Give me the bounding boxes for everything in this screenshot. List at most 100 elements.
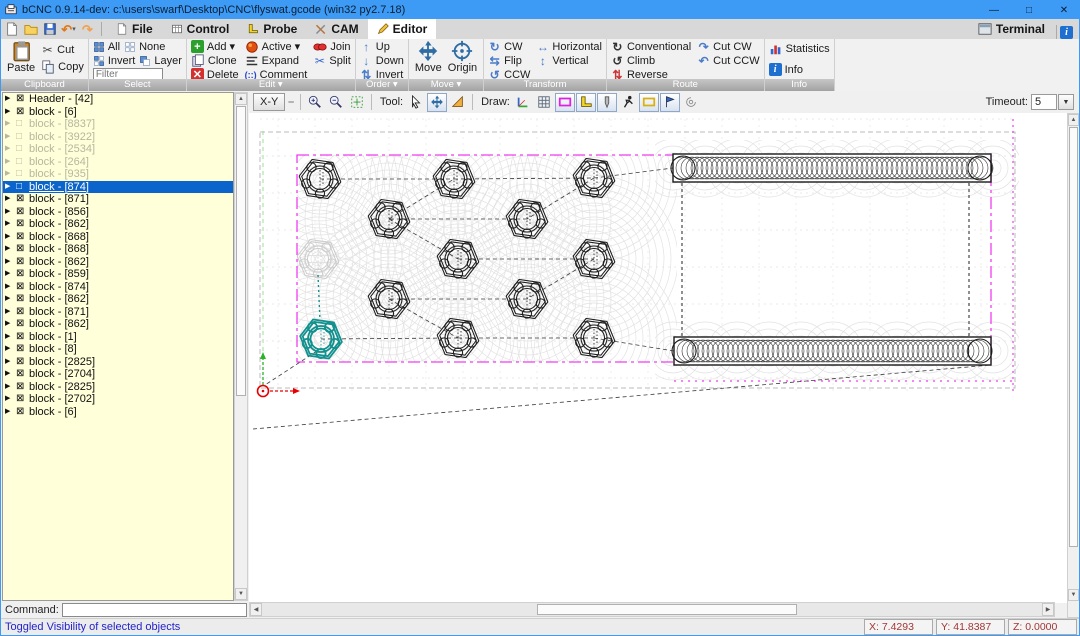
origin-button[interactable]: Origin <box>446 40 479 74</box>
tree-row[interactable]: ▶⊠block - [1] <box>3 331 233 344</box>
select-invert-button[interactable]: Invert <box>93 54 136 67</box>
visibility-checkbox-icon[interactable]: ⊠ <box>16 106 26 119</box>
visibility-checkbox-icon[interactable]: ⊠ <box>16 343 26 356</box>
expand-arrow-icon[interactable]: ▶ <box>5 393 13 406</box>
expand-arrow-icon[interactable]: ▶ <box>5 318 13 331</box>
save-file-button[interactable] <box>41 21 58 38</box>
tab-control[interactable]: Control <box>162 19 239 39</box>
expand-arrow-icon[interactable]: ▶ <box>5 93 13 106</box>
expand-arrow-icon[interactable]: ▶ <box>5 218 13 231</box>
order-up-button[interactable]: ↑Up <box>360 40 404 53</box>
expand-arrow-icon[interactable]: ▶ <box>5 368 13 381</box>
draw-rapid-toggle[interactable] <box>618 93 638 112</box>
draw-paths-toggle[interactable] <box>660 93 680 112</box>
expand-arrow-icon[interactable]: ▶ <box>5 168 13 181</box>
zoom-in-button[interactable] <box>305 93 325 112</box>
visibility-checkbox-icon[interactable]: ⊠ <box>16 206 26 219</box>
expand-arrow-icon[interactable]: ▶ <box>5 118 13 131</box>
ruler-tool-button[interactable] <box>448 93 468 112</box>
sidebar-scrollbar[interactable]: ▲ ▼ <box>234 92 248 601</box>
canvas-hscrollbar[interactable]: ◀ ▶ <box>249 602 1055 617</box>
select-layer-button[interactable]: Layer <box>139 54 182 67</box>
visibility-checkbox-icon[interactable]: ⊠ <box>16 243 26 256</box>
help-info-icon[interactable]: i <box>1060 26 1073 39</box>
expand-arrow-icon[interactable]: ▶ <box>5 256 13 269</box>
tree-row[interactable]: ▶⊠block - [871] <box>3 306 233 319</box>
scroll-down-arrow[interactable]: ▼ <box>1068 589 1079 601</box>
tree-row[interactable]: ▶⊠block - [871] <box>3 193 233 206</box>
redo-button[interactable]: ↷ <box>79 21 96 38</box>
visibility-checkbox-icon[interactable]: ⊠ <box>16 293 26 306</box>
order-down-button[interactable]: ↓Down <box>360 54 404 67</box>
scroll-up-arrow[interactable]: ▲ <box>1068 114 1079 126</box>
draw-axes-toggle[interactable] <box>513 93 533 112</box>
visibility-checkbox-icon[interactable]: ⊠ <box>16 231 26 244</box>
tree-row[interactable]: ▶⊠block - [862] <box>3 318 233 331</box>
select-none-button[interactable]: None <box>124 40 165 53</box>
add-button[interactable]: +Add ▾ <box>191 40 239 53</box>
tree-row[interactable]: ▶□block - [3922] <box>3 131 233 144</box>
draw-margin-toggle[interactable] <box>555 93 575 112</box>
expand-arrow-icon[interactable]: ▶ <box>5 343 13 356</box>
rotate-cw-button[interactable]: ↻CW <box>488 40 530 53</box>
info-button[interactable]: iInfo <box>769 63 830 76</box>
clone-button[interactable]: Clone <box>191 54 239 67</box>
join-button[interactable]: Join <box>313 40 350 53</box>
scroll-thumb[interactable] <box>236 106 246 396</box>
tree-row[interactable]: ▶⊠block - [868] <box>3 243 233 256</box>
cut-button[interactable]: ✂Cut <box>41 43 84 56</box>
expand-arrow-icon[interactable]: ▶ <box>5 306 13 319</box>
visibility-checkbox-icon[interactable]: ⊠ <box>16 256 26 269</box>
tab-probe[interactable]: Probe <box>238 19 306 39</box>
expand-arrow-icon[interactable]: ▶ <box>5 206 13 219</box>
visibility-checkbox-icon[interactable]: □ <box>16 156 26 169</box>
visibility-checkbox-icon[interactable]: ⊠ <box>16 268 26 281</box>
tree-row[interactable]: ▶⊠block - [856] <box>3 206 233 219</box>
tree-row[interactable]: ▶⊠block - [859] <box>3 268 233 281</box>
tree-row[interactable]: ▶⊠block - [862] <box>3 256 233 269</box>
tab-cam[interactable]: CAM <box>306 19 367 39</box>
terminal-button[interactable]: Terminal <box>970 19 1053 39</box>
expand-arrow-icon[interactable]: ▶ <box>5 356 13 369</box>
visibility-checkbox-icon[interactable]: ⊠ <box>16 356 26 369</box>
tree-row[interactable]: ▶⊠block - [6] <box>3 106 233 119</box>
visibility-checkbox-icon[interactable]: □ <box>16 118 26 131</box>
mirror-vertical-button[interactable]: ↕Vertical <box>536 54 602 67</box>
visibility-checkbox-icon[interactable]: ⊠ <box>16 306 26 319</box>
cut-cw-button[interactable]: ↷Cut CW <box>697 40 759 53</box>
tree-row[interactable]: ▶⊠block - [2704] <box>3 368 233 381</box>
scroll-thumb[interactable] <box>537 604 797 615</box>
scroll-thumb[interactable] <box>1069 127 1078 547</box>
visibility-checkbox-icon[interactable]: □ <box>16 131 26 144</box>
expand-arrow-icon[interactable]: ▶ <box>5 243 13 256</box>
visibility-checkbox-icon[interactable]: ⊠ <box>16 331 26 344</box>
visibility-checkbox-icon[interactable]: ⊠ <box>16 93 26 106</box>
expand-arrow-icon[interactable]: ▶ <box>5 143 13 156</box>
route-conventional-button[interactable]: ↻Conventional <box>611 40 691 53</box>
select-all-button[interactable]: All <box>93 40 120 53</box>
split-button[interactable]: ✂Split <box>313 54 350 67</box>
minimize-button[interactable]: — <box>979 1 1009 19</box>
timeout-value[interactable]: 5 <box>1031 94 1057 110</box>
tree-row[interactable]: ▶⊠Header - [42] <box>3 93 233 106</box>
tab-editor[interactable]: Editor <box>368 19 437 39</box>
copy-button[interactable]: Copy <box>41 60 84 73</box>
expand-arrow-icon[interactable]: ▶ <box>5 231 13 244</box>
visibility-checkbox-icon[interactable]: ⊠ <box>16 368 26 381</box>
expand-arrow-icon[interactable]: ▶ <box>5 268 13 281</box>
visibility-checkbox-icon[interactable]: ⊠ <box>16 393 26 406</box>
expand-arrow-icon[interactable]: ▶ <box>5 406 13 419</box>
visibility-checkbox-icon[interactable]: ⊠ <box>16 218 26 231</box>
tree-row[interactable]: ▶⊠block - [2825] <box>3 356 233 369</box>
mirror-horizontal-button[interactable]: ↔Horizontal <box>536 40 602 53</box>
visibility-checkbox-icon[interactable]: ⊠ <box>16 381 26 394</box>
close-button[interactable]: ✕ <box>1049 1 1079 19</box>
visibility-checkbox-icon[interactable]: □ <box>16 143 26 156</box>
draw-probe-toggle[interactable] <box>576 93 596 112</box>
visibility-checkbox-icon[interactable]: ⊠ <box>16 193 26 206</box>
tree-row[interactable]: ▶⊠block - [862] <box>3 293 233 306</box>
visibility-checkbox-icon[interactable]: ⊠ <box>16 406 26 419</box>
zoom-out-button[interactable] <box>326 93 346 112</box>
timeout-dropdown-arrow[interactable]: ▼ <box>1058 94 1074 110</box>
open-file-button[interactable] <box>22 21 39 38</box>
